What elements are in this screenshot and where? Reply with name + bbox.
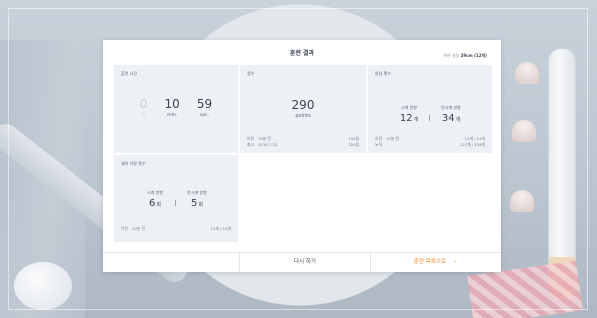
card-title: 궤적 이탈 횟수 bbox=[121, 161, 146, 166]
clockwise-value: 12 bbox=[399, 113, 413, 124]
hours-unit: 0 h bbox=[139, 97, 148, 119]
meta-label: 이전 bbox=[121, 226, 128, 231]
meta-when: 10분 전 bbox=[132, 226, 146, 231]
count-unit: 개 bbox=[413, 117, 419, 123]
score-display: 290 points bbox=[240, 98, 366, 120]
completed-values: 시계 방향 12개 반시계 방향 34개 bbox=[368, 105, 492, 125]
meta-label: 최고 bbox=[247, 142, 254, 147]
card-title: 점수 bbox=[247, 71, 255, 76]
clockwise-value: 6 bbox=[149, 198, 156, 209]
chevron-right-icon: › bbox=[453, 259, 457, 265]
divider bbox=[429, 111, 431, 125]
clockwise-count: 시계 방향 6회 bbox=[135, 190, 175, 209]
completed-total: 누적 127개 / 134개 bbox=[375, 142, 485, 148]
meta-when: 10분 전 bbox=[386, 136, 400, 141]
seconds-unit: 59 sec. bbox=[196, 97, 213, 119]
score-card: 점수 290 points 이전 10분 전 100점 최고 2016.7.22 3… bbox=[240, 65, 366, 153]
divider bbox=[175, 196, 177, 210]
clockwise-label: 시계 방향 bbox=[401, 105, 417, 110]
score-unit: points bbox=[295, 113, 311, 119]
counterclockwise-count: 반시계 방향 5회 bbox=[177, 190, 217, 209]
panel-header: 훈련 결과 화면 설정 29cm (12개) bbox=[103, 40, 501, 65]
deviation-values: 시계 방향 6회 반시계 방향 5회 bbox=[114, 190, 238, 210]
meta-value: 127개 / 134개 bbox=[459, 142, 485, 147]
meta-label: 누적 bbox=[375, 142, 382, 147]
meta-label: 이전 bbox=[375, 136, 382, 141]
training-list-button[interactable]: 훈련 목록으로 › bbox=[369, 253, 501, 272]
card-title: 완성 횟수 bbox=[375, 71, 391, 76]
result-panel: 훈련 결과 화면 설정 29cm (12개) 훈련 시간 0 h 10 min.… bbox=[103, 40, 501, 272]
card-title: 훈련 시간 bbox=[121, 71, 137, 76]
hours-label: h bbox=[142, 113, 146, 118]
retry-button[interactable]: 다시 하기 bbox=[239, 253, 371, 272]
clockwise-label: 시계 방향 bbox=[147, 190, 163, 195]
score-value: 290 bbox=[291, 98, 315, 112]
screen-setting-value: 29cm (12개) bbox=[460, 53, 487, 58]
page-title: 훈련 결과 bbox=[289, 50, 315, 57]
hours-value: 0 bbox=[139, 97, 148, 111]
screen-setting: 화면 설정 29cm (12개) bbox=[443, 53, 487, 59]
counterclockwise-value: 34 bbox=[441, 113, 455, 124]
action-bar: 다시 하기 훈련 목록으로 › bbox=[103, 252, 501, 272]
counterclockwise-value: 5 bbox=[191, 198, 198, 209]
screen-setting-label: 화면 설정 bbox=[443, 53, 460, 58]
meta-label: 이전 bbox=[247, 136, 254, 141]
minutes-unit: 10 min. bbox=[164, 97, 180, 119]
counterclockwise-label: 반시계 방향 bbox=[187, 190, 207, 195]
time-display: 0 h 10 min. 59 sec. bbox=[114, 97, 238, 119]
meta-value: 12개 / 14개 bbox=[210, 226, 231, 231]
minutes-value: 10 bbox=[164, 97, 180, 111]
minutes-label: min. bbox=[167, 113, 178, 118]
deviation-count-card: 궤적 이탈 횟수 시계 방향 6회 반시계 방향 5회 이전 10분 전 12개 … bbox=[114, 155, 238, 242]
counterclockwise-count: 반시계 방향 34개 bbox=[431, 105, 471, 124]
training-list-label: 훈련 목록으로 bbox=[413, 259, 446, 265]
training-time-card: 훈련 시간 0 h 10 min. 59 sec. bbox=[114, 65, 238, 153]
meta-value: 320점 bbox=[348, 142, 359, 147]
clockwise-count: 시계 방향 12개 bbox=[389, 105, 429, 124]
deviation-previous: 이전 10분 전 12개 / 14개 bbox=[121, 226, 231, 232]
seconds-value: 59 bbox=[196, 97, 213, 111]
meta-when: 10분 전 bbox=[258, 136, 272, 141]
count-unit: 회 bbox=[198, 202, 203, 208]
meta-when: 2016.7.22 bbox=[258, 142, 278, 147]
counterclockwise-label: 반시계 방향 bbox=[441, 105, 461, 110]
seconds-label: sec. bbox=[200, 113, 210, 118]
count-unit: 회 bbox=[156, 202, 161, 208]
score-best: 최고 2016.7.22 320점 bbox=[247, 142, 359, 148]
completed-count-card: 완성 횟수 시계 방향 12개 반시계 방향 34개 이전 10분 전 12개 /… bbox=[368, 65, 492, 153]
count-unit: 개 bbox=[455, 117, 461, 123]
